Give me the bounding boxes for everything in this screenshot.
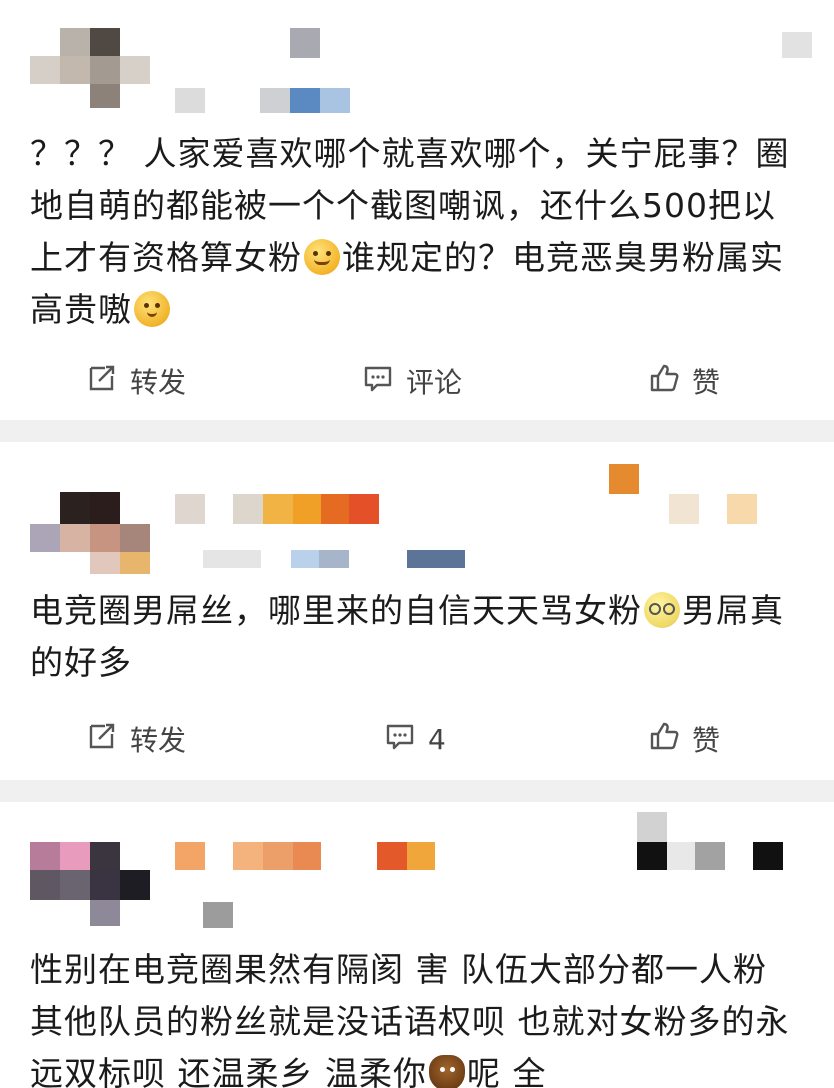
comment-button[interactable]: 4 — [384, 714, 446, 764]
like-label: 赞 — [692, 366, 721, 399]
repost-label: 转发 — [130, 724, 187, 757]
comment-label: 评论 — [406, 366, 463, 399]
avatar-redacted[interactable] — [30, 842, 150, 926]
comment-card-2: 电竞圈男屌丝，哪里来的自信天天骂女粉 男屌真的好多 转发 4 赞 — [0, 442, 834, 780]
separator — [0, 420, 834, 442]
dizzy-glasses-emoji — [644, 592, 680, 628]
avatar-redacted[interactable] — [30, 28, 150, 108]
like-label: 赞 — [692, 724, 721, 757]
separator — [0, 780, 834, 802]
horse-emoji — [428, 1055, 465, 1088]
comment-card-1: ？？？ 人家爱喜欢哪个就喜欢哪个，关宁屁事？圈地自萌的都能被一个个截图嘲讽，还什… — [0, 0, 834, 420]
comment-text: 电竞圈男屌丝，哪里来的自信天天骂女粉 男屌真的好多 — [30, 591, 784, 682]
like-button[interactable]: 赞 — [648, 714, 720, 764]
thumbs-up-icon — [648, 362, 680, 401]
avatar-redacted[interactable] — [30, 492, 150, 574]
grinning-sweat-emoji — [304, 239, 340, 275]
like-button[interactable]: 赞 — [648, 356, 720, 406]
thinking-emoji — [134, 291, 170, 327]
action-bar: 转发 4 赞 — [0, 714, 834, 764]
more-redacted[interactable] — [782, 32, 812, 58]
comment-count: 4 — [428, 722, 446, 756]
repost-icon — [86, 720, 118, 759]
comment-text: 性别在电竞圈果然有隔阂 害 队伍大部分都一人粉 其他队员的粉丝就是没话语权呗 也… — [30, 944, 806, 1088]
username-redacted[interactable] — [175, 28, 355, 118]
comment-icon — [362, 362, 394, 401]
repost-label: 转发 — [130, 366, 187, 399]
comment-button[interactable]: 评论 — [362, 356, 462, 406]
comment-card-3: 性别在电竞圈果然有隔阂 害 队伍大部分都一人粉 其他队员的粉丝就是没话语权呗 也… — [0, 802, 834, 1088]
comment-text: ？？？ 人家爱喜欢哪个就喜欢哪个，关宁屁事？圈地自萌的都能被一个个截图嘲讽，还什… — [30, 134, 790, 329]
repost-icon — [86, 362, 118, 401]
repost-button[interactable]: 转发 — [86, 356, 186, 406]
comment-icon — [384, 720, 416, 759]
username-redacted[interactable] — [175, 464, 775, 574]
username-redacted[interactable] — [175, 812, 795, 932]
thumbs-up-icon — [648, 720, 680, 759]
repost-button[interactable]: 转发 — [86, 714, 186, 764]
action-bar: 转发 评论 赞 — [0, 356, 834, 406]
